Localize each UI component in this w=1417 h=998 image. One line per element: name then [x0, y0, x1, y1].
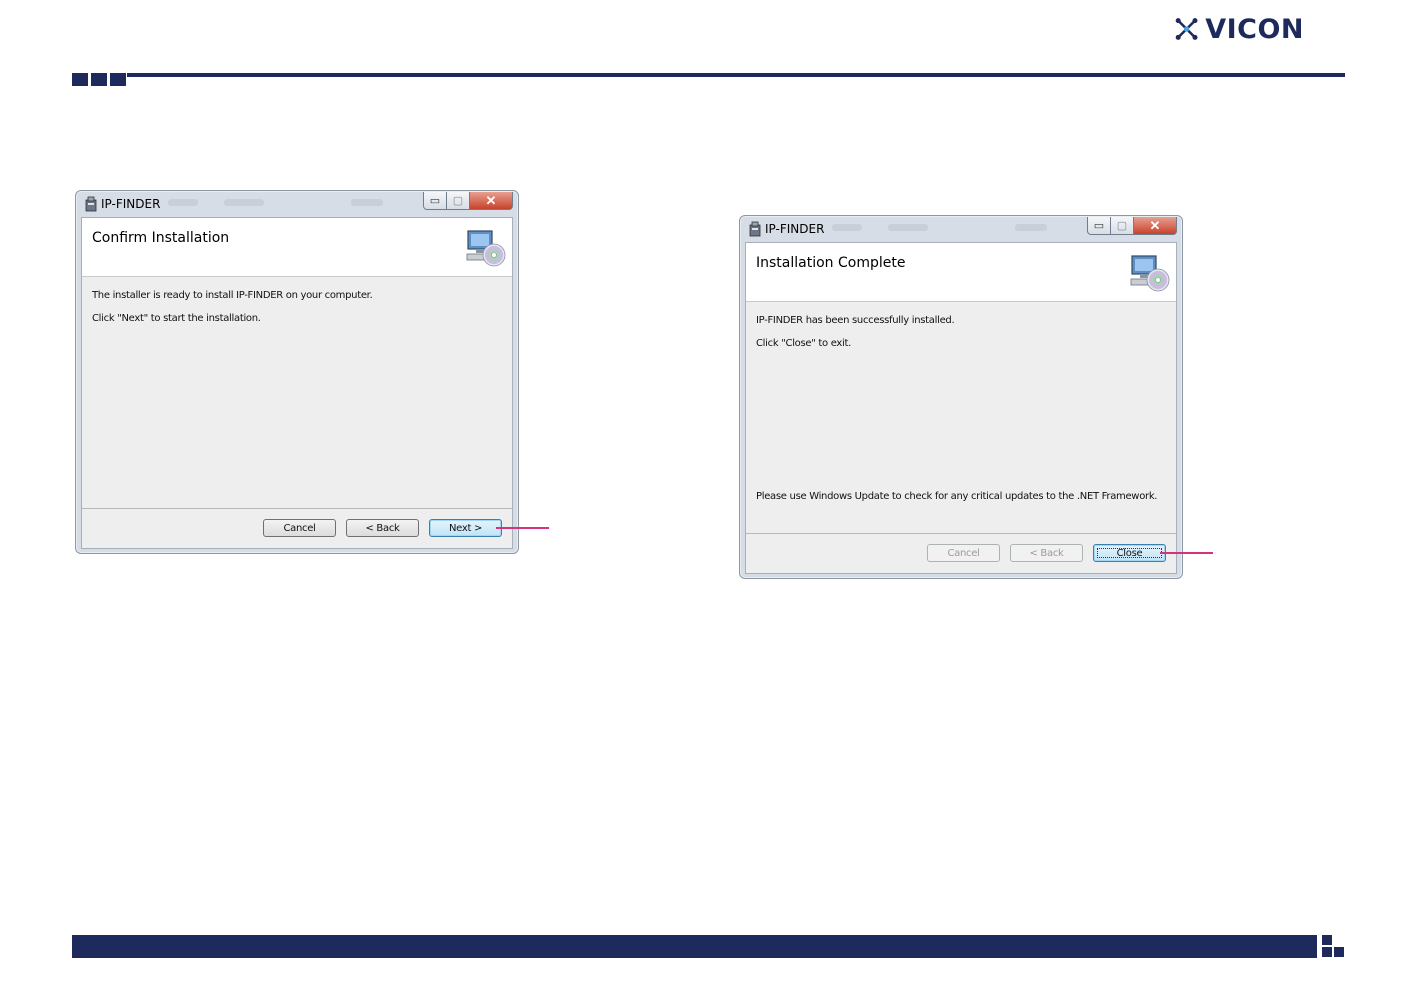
brand-logo: VICON	[1174, 12, 1304, 46]
header-rule	[127, 73, 1345, 77]
back-button[interactable]: < Back	[346, 519, 419, 537]
maximize-button[interactable]: ▢	[446, 192, 470, 210]
maximize-button[interactable]: ▢	[1110, 217, 1134, 235]
dotnet-update-note: Please use Windows Update to check for a…	[756, 491, 1158, 502]
title-blur	[888, 224, 928, 231]
title-blur	[1015, 224, 1047, 231]
dialog-client-area: Installation Complete IP-FINDER has been…	[745, 242, 1177, 574]
minimize-button[interactable]: ▭	[1087, 217, 1111, 235]
title-blur	[351, 199, 383, 206]
body-line: Click "Next" to start the installation.	[92, 313, 261, 324]
close-window-button[interactable]: ✕	[1133, 217, 1177, 235]
cancel-button[interactable]: Cancel	[263, 519, 336, 537]
title-bar[interactable]: IP-FINDER ▭ ▢ ✕	[740, 216, 1182, 242]
title-blur	[832, 224, 862, 231]
back-button[interactable]: < Back	[1010, 544, 1083, 562]
installer-app-icon	[749, 221, 761, 237]
window-title: IP-FINDER	[101, 197, 161, 211]
button-bar: Cancel < Back Next >	[82, 508, 512, 549]
dialog-heading: Installation Complete	[756, 255, 906, 271]
dialog-client-area: Confirm Installation The installer is re…	[81, 217, 513, 549]
close-window-button[interactable]: ✕	[469, 192, 513, 210]
minimize-button[interactable]: ▭	[423, 192, 447, 210]
next-button[interactable]: Next >	[429, 519, 502, 537]
close-button[interactable]: Close	[1093, 544, 1166, 562]
vicon-star-icon	[1175, 18, 1198, 40]
dialog-banner: Confirm Installation	[82, 218, 512, 277]
installer-app-icon	[85, 196, 97, 212]
brand-name: VICON	[1205, 13, 1304, 45]
body-line: The installer is ready to install IP-FIN…	[92, 290, 373, 301]
button-bar: Cancel < Back Close	[746, 533, 1176, 574]
body-line: Click "Close" to exit.	[756, 338, 852, 349]
installation-complete-dialog: IP-FINDER ▭ ▢ ✕ Installation Complete IP…	[739, 215, 1183, 579]
header-squares	[72, 73, 126, 86]
title-blur	[168, 199, 198, 206]
close-button-callout	[1160, 552, 1213, 554]
cancel-button[interactable]: Cancel	[927, 544, 1000, 562]
dialog-heading: Confirm Installation	[92, 230, 230, 246]
footer-squares	[1322, 935, 1345, 958]
title-blur	[224, 199, 264, 206]
title-bar[interactable]: IP-FINDER ▭ ▢ ✕	[76, 191, 518, 217]
confirm-installation-dialog: IP-FINDER ▭ ▢ ✕ Confirm Installation The…	[75, 190, 519, 554]
window-title: IP-FINDER	[765, 222, 825, 236]
footer-bar	[72, 935, 1317, 958]
computer-cd-icon	[466, 230, 506, 267]
body-line: IP-FINDER has been successfully installe…	[756, 315, 955, 326]
dialog-banner: Installation Complete	[746, 243, 1176, 302]
next-button-callout	[496, 527, 549, 529]
computer-cd-icon	[1130, 255, 1170, 292]
